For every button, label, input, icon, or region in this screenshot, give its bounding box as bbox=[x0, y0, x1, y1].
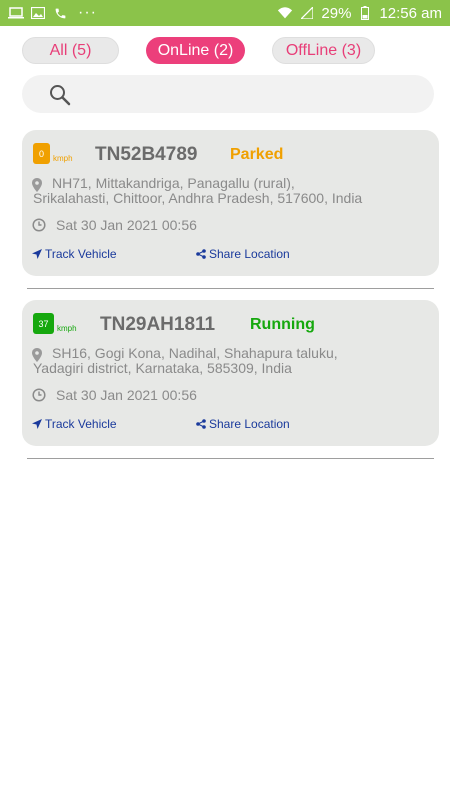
image-icon bbox=[30, 6, 46, 20]
vehicle-card[interactable]: 0 kmph TN52B4789 Parked NH71, Mittakandr… bbox=[22, 130, 439, 276]
vehicle-status: Parked bbox=[230, 146, 284, 163]
search-icon[interactable] bbox=[49, 84, 71, 106]
share-icon bbox=[196, 249, 206, 259]
vehicle-address: SH16, Gogi Kona, Nadihal, Shahapura talu… bbox=[33, 345, 338, 376]
speed-unit: kmph bbox=[53, 154, 73, 163]
share-location-button[interactable]: Share Location bbox=[196, 417, 290, 431]
vehicle-address: NH71, Mittakandriga, Panagallu (rural), … bbox=[33, 175, 363, 206]
navigation-arrow-icon bbox=[32, 249, 42, 259]
clock: 12:56 am bbox=[379, 4, 442, 22]
filter-tabs: All (5) OnLine (2) OffLine (3) bbox=[0, 37, 450, 65]
share-icon bbox=[196, 419, 206, 429]
vehicle-card[interactable]: 37 kmph TN29AH1811 Running SH16, Gogi Ko… bbox=[22, 300, 439, 446]
tab-all[interactable]: All (5) bbox=[22, 37, 119, 64]
vehicle-plate: TN52B4789 bbox=[95, 144, 198, 165]
speed-badge: 37 bbox=[33, 313, 54, 334]
battery-percent: 29% bbox=[321, 4, 352, 22]
speed-badge: 0 bbox=[33, 143, 50, 164]
navigation-arrow-icon bbox=[32, 419, 42, 429]
speed-value: 37 bbox=[38, 318, 49, 329]
vehicle-status: Running bbox=[250, 316, 315, 333]
laptop-icon bbox=[8, 6, 24, 20]
phone-icon bbox=[52, 6, 68, 20]
track-vehicle-button[interactable]: Track Vehicle bbox=[32, 417, 117, 431]
vehicle-timestamp: Sat 30 Jan 2021 00:56 bbox=[56, 387, 197, 403]
tab-offline[interactable]: OffLine (3) bbox=[272, 37, 375, 64]
divider bbox=[27, 288, 434, 289]
battery-icon bbox=[357, 6, 373, 20]
status-bar: ··· 29% 12:56 am bbox=[0, 0, 450, 26]
tab-online[interactable]: OnLine (2) bbox=[146, 37, 245, 64]
speed-unit: kmph bbox=[57, 324, 77, 333]
signal-icon bbox=[299, 6, 315, 20]
vehicle-plate: TN29AH1811 bbox=[100, 314, 216, 335]
wifi-icon bbox=[277, 6, 293, 20]
track-vehicle-label: Track Vehicle bbox=[45, 417, 117, 431]
track-vehicle-label: Track Vehicle bbox=[45, 247, 117, 261]
clock-icon bbox=[32, 218, 46, 232]
clock-icon bbox=[32, 388, 46, 402]
more-notifications-icon: ··· bbox=[78, 4, 97, 21]
search-bar bbox=[22, 75, 434, 113]
share-location-button[interactable]: Share Location bbox=[196, 247, 290, 261]
divider bbox=[27, 458, 434, 459]
share-location-label: Share Location bbox=[209, 247, 290, 261]
speed-value: 0 bbox=[38, 148, 44, 159]
track-vehicle-button[interactable]: Track Vehicle bbox=[32, 247, 117, 261]
share-location-label: Share Location bbox=[209, 417, 290, 431]
vehicle-timestamp: Sat 30 Jan 2021 00:56 bbox=[56, 217, 197, 233]
search-input[interactable] bbox=[82, 80, 426, 110]
